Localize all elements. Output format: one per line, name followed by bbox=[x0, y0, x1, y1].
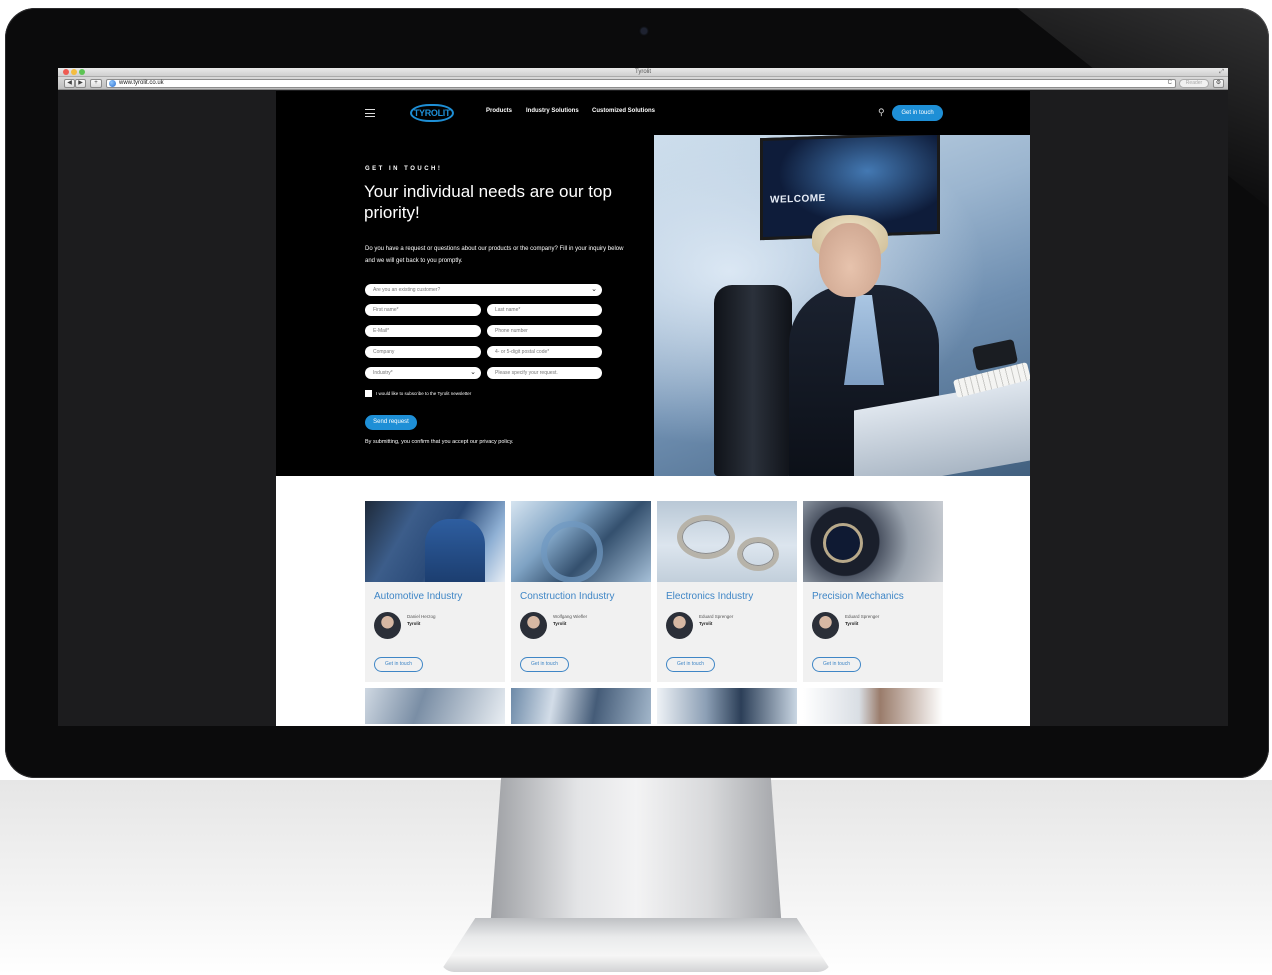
privacy-note[interactable]: By submitting, you confirm that you acce… bbox=[365, 439, 513, 445]
reload-icon[interactable]: C bbox=[1168, 80, 1172, 87]
existing-customer-label: Are you an existing customer? bbox=[373, 287, 441, 293]
browser-toolbar: ◀ ▶ + www.tyrolit.co.uk C Reader ⚙ bbox=[58, 77, 1228, 90]
nav-link-customized-solutions[interactable]: Customized Solutions bbox=[592, 108, 655, 114]
industry-card-image[interactable] bbox=[365, 688, 505, 724]
chevron-down-icon: ⌄ bbox=[591, 286, 597, 293]
avatar bbox=[666, 612, 693, 639]
industry-card-image bbox=[803, 501, 943, 582]
add-bookmark-button[interactable]: + bbox=[90, 79, 102, 88]
header-get-in-touch-button[interactable]: Get in touch bbox=[892, 105, 943, 121]
contact-company: Tyrolit bbox=[407, 621, 421, 626]
contact-hero: TYROLIT Products Industry Solutions Cust… bbox=[276, 91, 1030, 476]
card-get-in-touch-button[interactable]: Get in touch bbox=[520, 657, 569, 672]
industry-card-image bbox=[511, 501, 651, 582]
company-field[interactable]: Company bbox=[365, 346, 481, 358]
industry-card-title[interactable]: Electronics Industry bbox=[666, 591, 753, 602]
photo-person-face bbox=[819, 223, 881, 297]
card-get-in-touch-button[interactable]: Get in touch bbox=[374, 657, 423, 672]
newsletter-label: I would like to subscribe to the Tyrolit… bbox=[376, 391, 472, 396]
avatar bbox=[520, 612, 547, 639]
phone-field[interactable]: Phone number bbox=[487, 325, 602, 337]
industry-card-title[interactable]: Construction Industry bbox=[520, 591, 615, 602]
industry-card[interactable]: Precision Mechanics Eduard Sprenger Tyro… bbox=[803, 501, 943, 682]
email-field[interactable]: E-Mail* bbox=[365, 325, 481, 337]
avatar bbox=[374, 612, 401, 639]
globe-icon bbox=[109, 80, 116, 87]
screen: Tyrolit ⤢ ◀ ▶ + www.tyrolit.co.uk C Read… bbox=[58, 68, 1228, 726]
settings-button[interactable]: ⚙ bbox=[1213, 79, 1224, 88]
search-icon[interactable]: ⚲ bbox=[878, 107, 885, 117]
card-get-in-touch-button[interactable]: Get in touch bbox=[812, 657, 861, 672]
industry-card[interactable]: Construction Industry Wolfgang Wiefler T… bbox=[511, 501, 651, 682]
chevron-down-icon: ⌄ bbox=[470, 369, 476, 376]
tyrolit-logo[interactable]: TYROLIT bbox=[410, 104, 454, 122]
last-name-field[interactable]: Last name* bbox=[487, 304, 602, 316]
hamburger-menu-icon[interactable] bbox=[365, 109, 375, 117]
industry-card[interactable]: Automotive Industry Daniel Herzog Tyroli… bbox=[365, 501, 505, 682]
contact-company: Tyrolit bbox=[553, 621, 567, 626]
nav-link-industry-solutions[interactable]: Industry Solutions bbox=[526, 108, 579, 114]
apple-logo-icon bbox=[631, 738, 655, 766]
reader-button[interactable]: Reader bbox=[1179, 79, 1209, 88]
first-name-field[interactable]: First name* bbox=[365, 304, 481, 316]
nav-link-products[interactable]: Products bbox=[486, 108, 512, 114]
forward-button[interactable]: ▶ bbox=[75, 79, 86, 88]
photo-welcome-text: WELCOME bbox=[770, 192, 826, 206]
industry-select-label: Industry* bbox=[373, 370, 393, 376]
card-get-in-touch-button[interactable]: Get in touch bbox=[666, 657, 715, 672]
contact-name: Wolfgang Wiefler bbox=[553, 614, 588, 619]
industry-card-image bbox=[365, 501, 505, 582]
fullscreen-icon[interactable]: ⤢ bbox=[1219, 68, 1224, 77]
industry-card[interactable]: Electronics Industry Eduard Sprenger Tyr… bbox=[657, 501, 797, 682]
hero-title: Your individual needs are our top priori… bbox=[364, 182, 612, 222]
contact-name: Daniel Herzog bbox=[407, 614, 436, 619]
newsletter-checkbox[interactable] bbox=[365, 390, 372, 397]
hero-intro: Do you have a request or questions about… bbox=[365, 246, 624, 264]
contact-name: Eduard Sprenger bbox=[845, 614, 880, 619]
back-button[interactable]: ◀ bbox=[64, 79, 75, 88]
industry-card-title[interactable]: Precision Mechanics bbox=[812, 591, 904, 602]
industry-card-image[interactable] bbox=[803, 688, 943, 724]
bearing-ring-graphic bbox=[737, 537, 779, 571]
avatar bbox=[812, 612, 839, 639]
monitor-bezel: Tyrolit ⤢ ◀ ▶ + www.tyrolit.co.uk C Read… bbox=[5, 8, 1269, 778]
address-bar[interactable]: www.tyrolit.co.uk C bbox=[106, 79, 1176, 88]
site-header: TYROLIT Products Industry Solutions Cust… bbox=[276, 91, 1030, 135]
window-title: Tyrolit bbox=[634, 69, 651, 75]
existing-customer-select[interactable]: Are you an existing customer? ⌄ bbox=[365, 284, 602, 296]
industry-card-title[interactable]: Automotive Industry bbox=[374, 591, 462, 602]
contact-name: Eduard Sprenger bbox=[699, 614, 734, 619]
window-titlebar: Tyrolit ⤢ bbox=[58, 68, 1228, 77]
contact-company: Tyrolit bbox=[845, 621, 859, 626]
browser-viewport: TYROLIT Products Industry Solutions Cust… bbox=[58, 91, 1228, 726]
request-field[interactable]: Please specify your request. bbox=[487, 367, 602, 379]
monitor-stand-base bbox=[440, 918, 832, 972]
industry-card-image bbox=[657, 501, 797, 582]
postal-code-field[interactable]: 4- or 5-digit postal code* bbox=[487, 346, 602, 358]
hero-eyebrow: GET IN TOUCH! bbox=[365, 166, 443, 172]
contact-company: Tyrolit bbox=[699, 621, 713, 626]
industry-card-image[interactable] bbox=[657, 688, 797, 724]
photo-chair bbox=[714, 285, 792, 476]
web-page: TYROLIT Products Industry Solutions Cust… bbox=[276, 91, 1030, 726]
send-request-button[interactable]: Send request bbox=[365, 415, 417, 430]
monitor-stand bbox=[490, 770, 782, 930]
hero-photo: WELCOME bbox=[654, 135, 1030, 476]
bearing-ring-graphic bbox=[677, 515, 735, 559]
industry-select[interactable]: Industry* ⌄ bbox=[365, 367, 481, 379]
url-text[interactable]: www.tyrolit.co.uk bbox=[119, 80, 164, 87]
camera-icon bbox=[641, 28, 647, 34]
industry-card-image[interactable] bbox=[511, 688, 651, 724]
